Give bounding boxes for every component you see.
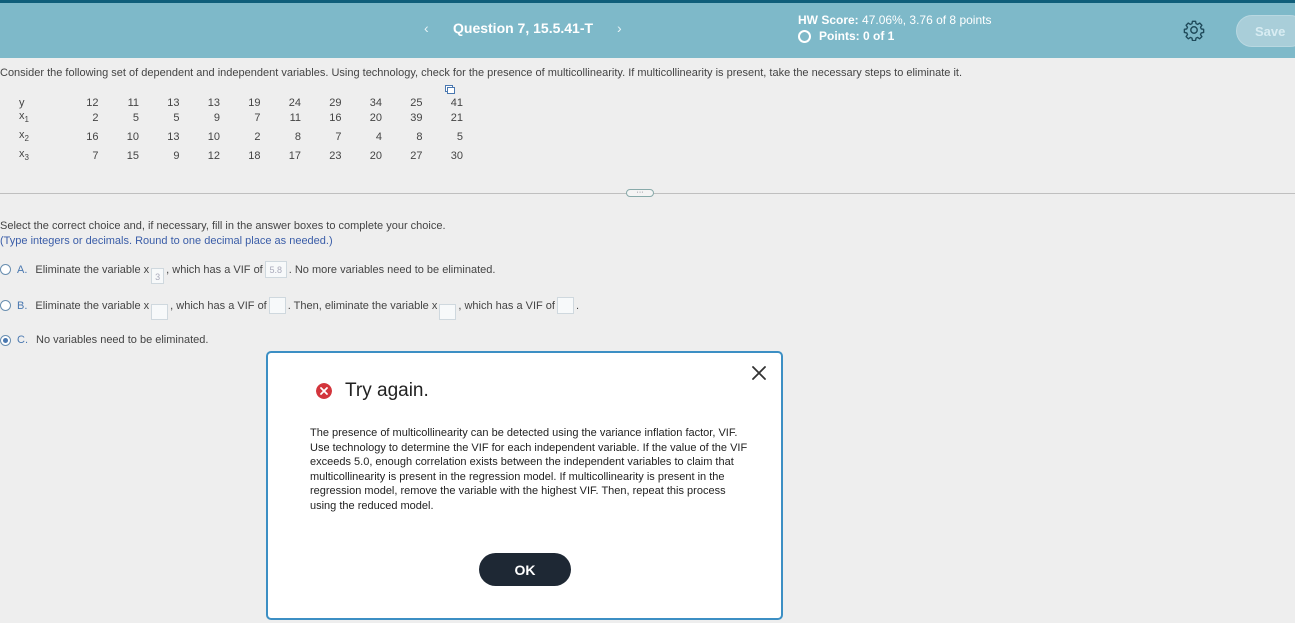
table-cell: 4	[375, 130, 382, 143]
table-cell: 25	[410, 96, 423, 109]
table-cell: 24	[288, 96, 301, 109]
dialog-body: The presence of multicollinearity can be…	[310, 427, 748, 512]
row-label: y	[19, 96, 25, 109]
save-button[interactable]: Save	[1236, 15, 1295, 47]
choice-b-vif-input-2[interactable]	[556, 297, 574, 314]
dialog-title-text: Try again.	[345, 380, 429, 401]
table-cell: 41	[450, 96, 463, 109]
table-cell: 13	[207, 96, 220, 109]
next-question-button[interactable]: ›	[617, 20, 622, 36]
table-cell: 12	[207, 149, 220, 162]
header-bar: ‹ Question 7, 15.5.41-T › HW Score: 47.0…	[0, 3, 1295, 58]
table-cell: 13	[167, 130, 180, 143]
divider-drag-handle[interactable]: ···	[626, 189, 654, 197]
data-table: y 12 11 13 13 19 24 29 34 25 41 x1 2 5 5 9 7 11 16 20 39 21 x2…	[14, 95, 463, 163]
table-cell: 34	[369, 96, 382, 109]
table-cell: 15	[126, 149, 139, 162]
choice-b-letter: B.	[17, 299, 28, 312]
choice-b-vif-input-1[interactable]	[268, 297, 286, 314]
choice-b[interactable]: B. Eliminate the variable x , which has …	[0, 297, 580, 320]
previous-question-button[interactable]: ‹	[424, 20, 429, 36]
points-text: Points: 0 of 1	[819, 29, 895, 43]
choice-a-vif-input[interactable]: 5.8	[264, 261, 287, 278]
choice-b-text-4: , which has a VIF of	[458, 299, 555, 312]
table-cell: 11	[127, 96, 139, 109]
question-title: Question 7, 15.5.41-T	[453, 20, 594, 36]
dialog-title: Try again.	[316, 380, 429, 402]
row-label: x1	[19, 110, 29, 125]
error-icon	[316, 383, 332, 399]
choice-a[interactable]: A. Eliminate the variable x 3 , which ha…	[0, 261, 496, 284]
table-cell: 5	[173, 111, 180, 124]
row-label: x3	[19, 148, 29, 163]
hw-score: HW Score: 47.06%, 3.76 of 8 points	[798, 13, 991, 27]
table-cell: 11	[289, 111, 301, 124]
table-cell: 16	[86, 130, 99, 143]
row-label: x2	[19, 129, 29, 144]
table-cell: 23	[329, 149, 342, 162]
table-cell: 7	[335, 130, 342, 143]
table-row: x2 16 10 13 10 2 8 7 4 8 5	[14, 125, 463, 148]
choice-a-text-3: . No more variables need to be eliminate…	[288, 263, 496, 276]
choice-b-radio[interactable]	[0, 300, 11, 311]
table-cell: 21	[450, 111, 463, 124]
table-row: x1 2 5 5 9 7 11 16 20 39 21	[14, 110, 463, 125]
table-cell: 18	[248, 149, 261, 162]
ok-button[interactable]: OK	[479, 553, 571, 586]
table-cell: 5	[132, 111, 139, 124]
table-cell: 7	[92, 149, 99, 162]
table-cell: 10	[207, 130, 220, 143]
question-text: Consider the following set of dependent …	[0, 67, 963, 79]
table-cell: 9	[213, 111, 220, 124]
hw-score-label: HW Score:	[798, 13, 859, 27]
table-cell: 2	[92, 111, 99, 124]
points-circle-icon	[798, 29, 811, 43]
table-cell: 8	[294, 130, 301, 143]
choice-c-radio[interactable]	[0, 334, 11, 346]
answer-hint: (Type integers or decimals. Round to one…	[0, 235, 333, 247]
choice-a-variable-input[interactable]: 3	[151, 267, 165, 284]
table-cell: 12	[86, 96, 99, 109]
table-cell: 7	[254, 111, 261, 124]
table-row: y 12 11 13 13 19 24 29 34 25 41	[14, 95, 463, 110]
copy-data-icon[interactable]	[445, 85, 455, 94]
choice-b-text-5: .	[575, 299, 580, 312]
table-cell: 9	[173, 149, 180, 162]
close-icon[interactable]	[751, 365, 767, 381]
table-cell: 39	[410, 111, 423, 124]
table-cell: 10	[126, 130, 139, 143]
feedback-dialog: Try again. The presence of multicollinea…	[266, 351, 783, 620]
table-cell: 20	[369, 149, 382, 162]
choice-b-variable-input-1[interactable]	[151, 303, 169, 320]
table-cell: 5	[456, 130, 463, 143]
table-cell: 30	[450, 149, 463, 162]
choice-b-text-3: . Then, eliminate the variable x	[287, 299, 438, 312]
table-cell: 2	[254, 130, 261, 143]
table-cell: 19	[248, 96, 261, 109]
choice-b-variable-input-2[interactable]	[439, 303, 457, 320]
answer-instruction: Select the correct choice and, if necess…	[0, 220, 446, 232]
table-cell: 27	[410, 149, 423, 162]
choice-c[interactable]: C. No variables need to be eliminated.	[0, 334, 208, 346]
choice-a-letter: A.	[17, 263, 28, 276]
table-cell: 29	[329, 96, 342, 109]
settings-gear-icon[interactable]	[1183, 19, 1205, 41]
choice-c-letter: C.	[17, 334, 28, 346]
choice-b-text-1: Eliminate the variable x	[35, 299, 150, 312]
choice-b-text-2: , which has a VIF of	[170, 299, 267, 312]
table-cell: 13	[167, 96, 180, 109]
table-cell: 20	[369, 111, 382, 124]
hw-score-value: 47.06%, 3.76 of 8 points	[862, 13, 992, 27]
choice-c-text: No variables need to be eliminated.	[36, 334, 209, 346]
table-row: x3 7 15 9 12 18 17 23 20 27 30	[14, 148, 463, 163]
table-cell: 8	[416, 130, 423, 143]
table-cell: 17	[288, 149, 301, 162]
points-status: Points: 0 of 1	[798, 29, 894, 43]
choice-a-radio[interactable]	[0, 264, 11, 275]
choice-a-text-2: , which has a VIF of	[166, 263, 263, 276]
choice-a-text-1: Eliminate the variable x	[35, 263, 150, 276]
table-cell: 16	[329, 111, 342, 124]
